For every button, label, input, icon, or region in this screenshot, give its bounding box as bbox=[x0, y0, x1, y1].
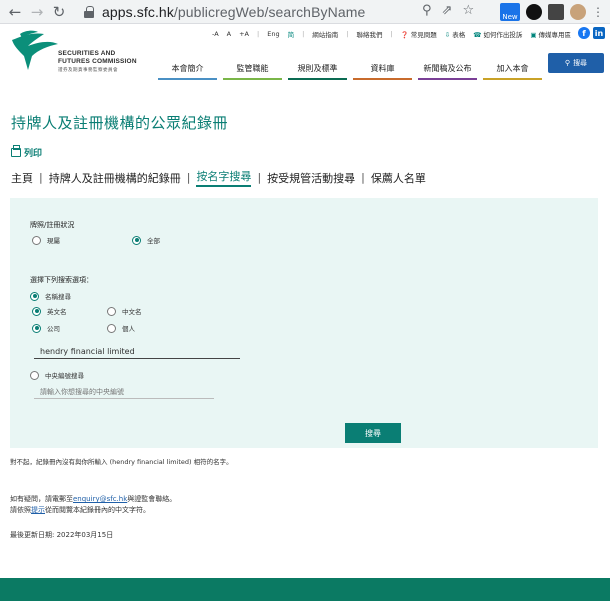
nav-database[interactable]: 資料庫 bbox=[353, 60, 412, 80]
reload-icon[interactable]: ↻ bbox=[48, 1, 70, 23]
name-search-input[interactable] bbox=[34, 345, 240, 359]
search-by-name-radio[interactable]: 名稱搜尋 bbox=[30, 291, 71, 301]
megaphone-icon: ☎ bbox=[473, 31, 482, 39]
facebook-icon[interactable]: f bbox=[578, 27, 590, 39]
nav-careers[interactable]: 加入本會 bbox=[483, 60, 542, 80]
forward-arrow-icon[interactable]: → bbox=[26, 1, 48, 23]
complaint-link[interactable]: ☎ 如何作出投訴 bbox=[473, 29, 522, 39]
contact-link[interactable]: 聯絡我們 bbox=[356, 29, 382, 39]
printer-icon bbox=[11, 145, 21, 157]
page-title: 持牌人及註冊機構的公眾紀錄冊 bbox=[11, 114, 229, 132]
tab-search-by-activity[interactable]: 按受規管活動搜尋 bbox=[267, 170, 355, 186]
nav-regulatory[interactable]: 監管職能 bbox=[223, 60, 282, 80]
download-icon: ⇩ bbox=[444, 31, 451, 39]
logo-chinese-name: 證券及期貨事務監察委員會 bbox=[58, 68, 118, 73]
no-result-message: 對不起，紀錄冊內沒有與你所輸入 (hendry financial limite… bbox=[10, 458, 233, 466]
email-link[interactable]: enquiry@sfc.hk bbox=[73, 495, 127, 503]
breadcrumb-home[interactable]: 主頁 bbox=[11, 170, 33, 186]
main-navigation: 本會簡介 監管職能 規則及標準 資料庫 新聞稿及公布 加入本會 bbox=[155, 60, 545, 80]
hint-link[interactable]: 提示 bbox=[31, 506, 45, 514]
lang-english-link[interactable]: Eng bbox=[267, 30, 279, 38]
lock-icon bbox=[84, 6, 94, 18]
nav-rules[interactable]: 規則及標準 bbox=[288, 60, 347, 80]
star-icon[interactable]: ☆ bbox=[462, 3, 474, 18]
status-all-radio[interactable]: 全部 bbox=[132, 235, 160, 245]
font-mid-button[interactable]: A bbox=[227, 30, 231, 38]
search-submit-button[interactable]: 搜尋 bbox=[345, 423, 401, 443]
search-icon[interactable]: ⚲ bbox=[422, 3, 432, 18]
faq-link[interactable]: ❓ 常見問題 bbox=[401, 29, 437, 39]
sitemap-link[interactable]: 網站指南 bbox=[312, 29, 338, 39]
search-options-label: 選擇下列搜索選項： bbox=[30, 276, 93, 284]
extension-new-icon[interactable]: New bbox=[500, 3, 520, 21]
company-radio[interactable]: 公司 bbox=[32, 323, 60, 333]
search-icon: ⚲ bbox=[564, 59, 571, 67]
media-icon: ▣ bbox=[530, 31, 537, 39]
breadcrumb: 主頁 | 持牌人及註冊機構的紀錄冊 | 按名字搜尋 | 按受規管活動搜尋 | 保… bbox=[11, 168, 426, 187]
linkedin-icon[interactable]: in bbox=[593, 27, 605, 39]
avatar[interactable] bbox=[570, 4, 586, 20]
menu-icon[interactable]: ⋮ bbox=[592, 5, 604, 19]
individual-radio[interactable]: 個人 bbox=[107, 323, 135, 333]
nav-about[interactable]: 本會簡介 bbox=[158, 60, 217, 80]
forms-link[interactable]: ⇩ 表格 bbox=[445, 29, 465, 39]
browser-toolbar: ← → ↻ apps.sfc.hk/publicregWeb/searchByN… bbox=[0, 0, 610, 24]
extension-icon[interactable] bbox=[526, 4, 542, 20]
font-small-button[interactable]: -A bbox=[212, 30, 219, 38]
lang-simplified-link[interactable]: 简 bbox=[288, 29, 295, 39]
search-by-ce-radio[interactable]: 中央編號搜尋 bbox=[30, 370, 84, 380]
status-current-radio[interactable]: 現屬 bbox=[32, 235, 60, 245]
question-icon: ❓ bbox=[400, 31, 409, 39]
help-text: 如有疑問，請電郵至enquiry@sfc.hk與證監會聯絡。 請依照提示從而閱覽… bbox=[10, 495, 177, 514]
breadcrumb-register[interactable]: 持牌人及註冊機構的紀錄冊 bbox=[49, 170, 181, 186]
media-link[interactable]: ▣ 傳媒專用區 bbox=[530, 29, 571, 39]
font-large-button[interactable]: +A bbox=[239, 30, 249, 38]
print-button[interactable]: 列印 bbox=[11, 145, 42, 159]
site-footer bbox=[0, 578, 610, 601]
utility-bar: -A A +A | Eng 简 | 網站指南 | 聯絡我們 | ❓ 常見問題 ⇩ 表… bbox=[212, 29, 571, 39]
tab-search-by-name[interactable]: 按名字搜尋 bbox=[196, 168, 252, 187]
logo-text: SECURITIES AND FUTURES COMMISSION bbox=[58, 50, 137, 65]
puzzle-icon[interactable] bbox=[548, 4, 564, 20]
url-text[interactable]: apps.sfc.hk/publicregWeb/searchByName bbox=[102, 4, 365, 20]
site-search-button[interactable]: ⚲ 搜尋 bbox=[548, 53, 604, 73]
ce-number-input[interactable] bbox=[34, 387, 214, 399]
status-label: 牌照/註冊狀況 bbox=[30, 221, 75, 229]
back-arrow-icon[interactable]: ← bbox=[4, 1, 26, 23]
english-name-radio[interactable]: 英文名 bbox=[32, 306, 67, 316]
last-updated: 最後更新日期: 2022年03月15日 bbox=[10, 531, 114, 539]
share-icon[interactable]: ⇗ bbox=[442, 3, 453, 18]
tab-sponsor-list[interactable]: 保薦人名單 bbox=[371, 170, 426, 186]
nav-news[interactable]: 新聞稿及公布 bbox=[418, 60, 477, 80]
search-form-panel: 牌照/註冊狀況 現屬 全部 選擇下列搜索選項： 名稱搜尋 英文名 中文名 公司 … bbox=[10, 198, 598, 448]
chinese-name-radio[interactable]: 中文名 bbox=[107, 306, 142, 316]
